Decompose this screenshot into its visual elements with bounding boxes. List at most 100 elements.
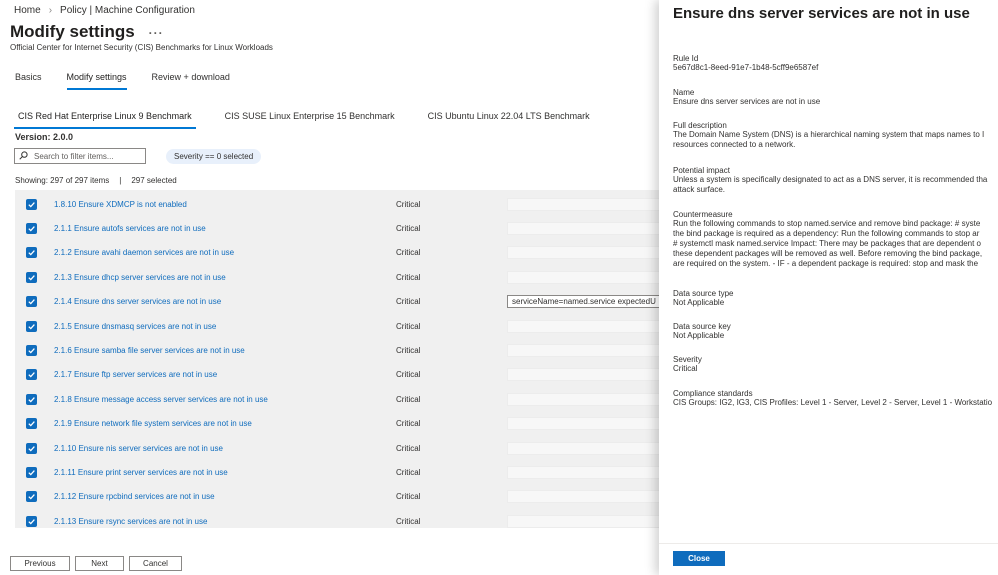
rule-severity: Critical [396, 492, 421, 502]
rule-severity: Critical [396, 370, 421, 380]
tab-modify-settings[interactable]: Modify settings [66, 72, 127, 90]
rule-severity: Critical [396, 516, 421, 526]
rule-parameter-input[interactable] [507, 270, 660, 284]
table-row[interactable]: 1.8.10 Ensure XDMCP is not enabled Critic… [15, 192, 660, 216]
row-checkbox[interactable] [26, 393, 37, 405]
row-checkbox[interactable] [26, 344, 37, 356]
countermeasure-label: Countermeasure [673, 210, 733, 219]
data-source-type-label: Data source type [673, 289, 734, 298]
severity-field: Severity Critical [673, 355, 998, 373]
footer-buttons: Previous Next Cancel [10, 556, 182, 571]
tab-review-download[interactable]: Review + download [152, 72, 230, 90]
full-description-label: Full description [673, 121, 727, 130]
table-row[interactable]: 2.1.4 Ensure dns server services are not… [15, 290, 660, 314]
rule-name-link[interactable]: 2.1.1 Ensure autofs services are not in … [54, 224, 206, 233]
rule-parameter-input[interactable] [507, 514, 660, 528]
rule-parameter-input[interactable] [507, 368, 660, 382]
full-description-field: Full description The Domain Name System … [673, 121, 998, 150]
rule-parameter-input[interactable] [507, 221, 660, 235]
table-row[interactable]: 2.1.1 Ensure autofs services are not in … [15, 216, 660, 240]
table-row[interactable]: 2.1.7 Ensure ftp server services are not… [15, 363, 660, 387]
rule-severity: Critical [396, 345, 421, 355]
rule-parameter-input[interactable] [507, 246, 660, 260]
table-row[interactable]: 2.1.2 Ensure avahi daemon services are n… [15, 241, 660, 265]
name-value: Ensure dns server services are not in us… [673, 97, 821, 106]
rule-name-link[interactable]: 2.1.6 Ensure samba file server services … [54, 346, 245, 355]
rule-name-link[interactable]: 2.1.13 Ensure rsync services are not in … [54, 517, 207, 526]
tab-basics[interactable]: Basics [15, 72, 42, 90]
row-checkbox[interactable] [26, 296, 37, 308]
showing-count: Showing: 297 of 297 items [15, 176, 110, 185]
rule-parameter-input[interactable] [507, 197, 660, 211]
rule-name-link[interactable]: 2.1.7 Ensure ftp server services are not… [54, 370, 217, 379]
data-source-key-value: Not Applicable [673, 331, 725, 340]
rule-parameter-input[interactable] [507, 319, 660, 333]
search-input[interactable] [34, 151, 134, 161]
table-row[interactable]: 2.1.5 Ensure dnsmasq services are not in… [15, 314, 660, 338]
table-row[interactable]: 2.1.10 Ensure nis server services are no… [15, 436, 660, 460]
rule-parameter-input[interactable] [507, 392, 660, 406]
version-label: Version: [15, 132, 51, 142]
checkmark-icon [28, 274, 35, 281]
rule-parameter-input[interactable]: serviceName=named.service expectedU [507, 295, 660, 309]
row-checkbox[interactable] [26, 466, 37, 478]
rule-id-field: Rule Id 5e67d8c1-8eed-91e7-1b48-5cff9e65… [673, 54, 998, 72]
rule-name-link[interactable]: 2.1.10 Ensure nis server services are no… [54, 444, 223, 453]
tab-rhel9-benchmark[interactable]: CIS Red Hat Enterprise Linux 9 Benchmark [14, 111, 196, 129]
rule-severity: Critical [396, 394, 421, 404]
severity-filter-pill[interactable]: Severity == 0 selected [166, 149, 262, 164]
checkmark-icon [28, 421, 35, 427]
row-checkbox[interactable] [26, 198, 37, 210]
tab-ubuntu2204-benchmark[interactable]: CIS Ubuntu Linux 22.04 LTS Benchmark [424, 111, 594, 129]
rule-severity: Critical [396, 419, 421, 429]
breadcrumb-home[interactable]: Home [14, 5, 41, 16]
rule-name-link[interactable]: 2.1.9 Ensure network file system service… [54, 419, 252, 428]
search-icon [19, 149, 28, 163]
table-row[interactable]: 2.1.3 Ensure dhcp server services are no… [15, 265, 660, 289]
rule-name-link[interactable]: 1.8.10 Ensure XDMCP is not enabled [54, 200, 187, 209]
breadcrumb: Home › Policy | Machine Configuration [14, 5, 195, 16]
close-button[interactable]: Close [673, 551, 725, 566]
rule-parameter-input[interactable] [507, 465, 660, 479]
row-checkbox[interactable] [26, 247, 37, 259]
table-row[interactable]: 2.1.12 Ensure rpcbind services are not i… [15, 485, 660, 509]
table-row[interactable]: 2.1.11 Ensure print server services are … [15, 460, 660, 484]
compliance-field: Compliance standards CIS Groups: IG2, IG… [673, 389, 998, 407]
rule-name-link[interactable]: 2.1.4 Ensure dns server services are not… [54, 297, 221, 306]
row-checkbox[interactable] [26, 442, 37, 454]
breadcrumb-current[interactable]: Policy | Machine Configuration [60, 5, 195, 16]
row-checkbox[interactable] [26, 271, 37, 283]
more-options-icon[interactable]: ··· [149, 26, 164, 40]
row-checkbox[interactable] [26, 369, 37, 381]
row-checkbox[interactable] [26, 222, 37, 234]
previous-button[interactable]: Previous [10, 556, 70, 571]
rule-name-link[interactable]: 2.1.12 Ensure rpcbind services are not i… [54, 492, 215, 501]
table-row[interactable]: 2.1.6 Ensure samba file server services … [15, 338, 660, 362]
table-row[interactable]: 2.1.13 Ensure rsync services are not in … [15, 509, 660, 533]
rule-parameter-input[interactable] [507, 441, 660, 455]
page-title: Modify settings [10, 22, 135, 41]
page-title-row: Modify settings ··· [10, 22, 164, 42]
rule-parameter-input[interactable] [507, 490, 660, 504]
row-checkbox[interactable] [26, 320, 37, 332]
rule-name-link[interactable]: 2.1.11 Ensure print server services are … [54, 468, 228, 477]
rule-name-link[interactable]: 2.1.5 Ensure dnsmasq services are not in… [54, 322, 216, 331]
row-checkbox[interactable] [26, 515, 37, 527]
rule-parameter-input[interactable] [507, 417, 660, 431]
row-checkbox[interactable] [26, 418, 37, 430]
filter-box[interactable] [14, 148, 146, 164]
rule-details-panel: Ensure dns server services are not in us… [659, 0, 998, 575]
row-checkbox[interactable] [26, 491, 37, 503]
rule-parameter-input[interactable] [507, 343, 660, 357]
table-row[interactable]: 2.1.9 Ensure network file system service… [15, 412, 660, 436]
checkmark-icon [28, 201, 35, 207]
table-row[interactable]: 2.1.8 Ensure message access server servi… [15, 387, 660, 411]
rule-name-link[interactable]: 2.1.3 Ensure dhcp server services are no… [54, 273, 226, 282]
next-button[interactable]: Next [75, 556, 124, 571]
rule-name-link[interactable]: 2.1.2 Ensure avahi daemon services are n… [54, 248, 234, 257]
cancel-button[interactable]: Cancel [129, 556, 182, 571]
rules-table: 1.8.10 Ensure XDMCP is not enabled Critic… [15, 190, 660, 528]
tab-suse15-benchmark[interactable]: CIS SUSE Linux Enterprise 15 Benchmark [221, 111, 399, 129]
rule-name-link[interactable]: 2.1.8 Ensure message access server servi… [54, 395, 268, 404]
wizard-tabs: Basics Modify settings Review + download [15, 72, 230, 90]
